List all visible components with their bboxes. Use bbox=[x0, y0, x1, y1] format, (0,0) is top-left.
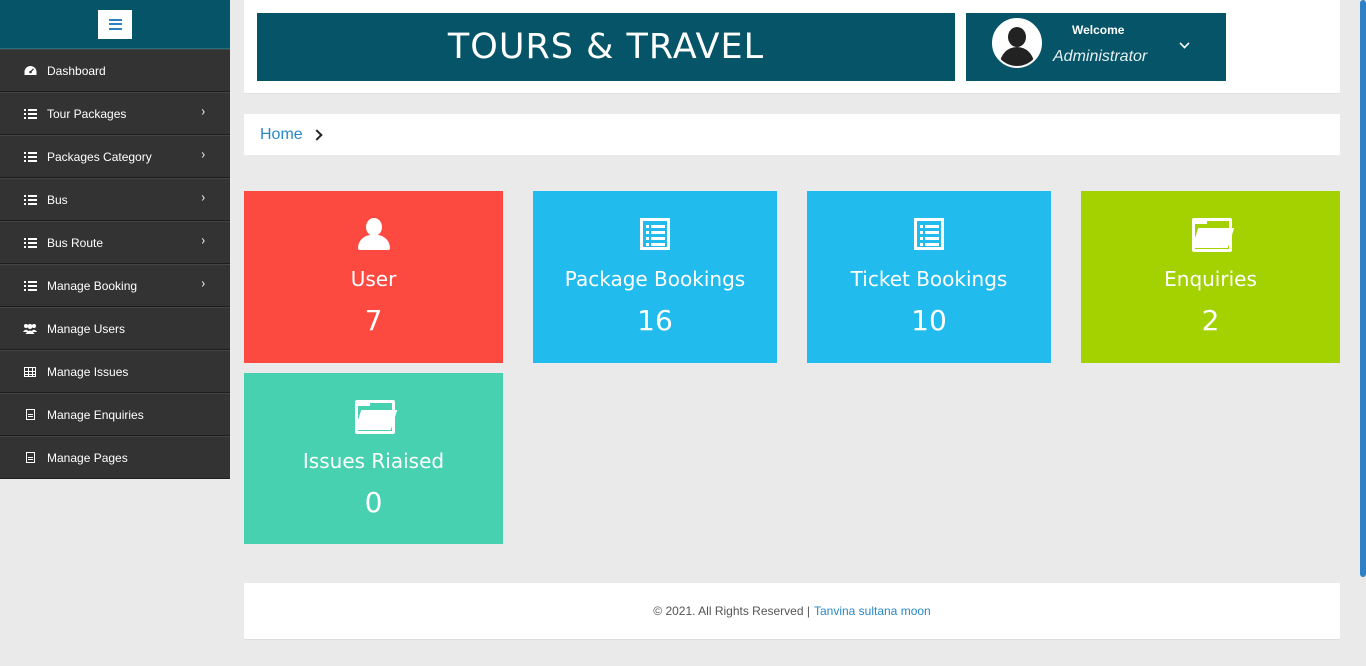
chevron-right-icon: › bbox=[201, 147, 205, 163]
sidebar-item-label: Manage Enquiries bbox=[47, 407, 144, 422]
sidebar-item-tour-packages[interactable]: Tour Packages › bbox=[0, 92, 230, 135]
list-alt-icon bbox=[640, 218, 670, 250]
tile-value: 7 bbox=[364, 304, 383, 337]
stat-tile-package-bookings[interactable]: Package Bookings 16 bbox=[533, 191, 777, 363]
list-icon bbox=[23, 194, 37, 206]
list-alt-icon bbox=[914, 218, 944, 250]
tile-label: Enquiries bbox=[1164, 267, 1257, 291]
sidebar-item-label: Manage Pages bbox=[47, 450, 128, 465]
tile-value: 16 bbox=[637, 304, 673, 337]
copyright-text: © 2021. All Rights Reserved | bbox=[653, 604, 810, 618]
stat-tile-enquiries[interactable]: Enquiries 2 bbox=[1081, 191, 1340, 363]
chevron-down-icon[interactable] bbox=[1179, 38, 1190, 49]
sidebar-item-dashboard[interactable]: Dashboard bbox=[0, 49, 230, 92]
welcome-text: Welcome bbox=[1072, 23, 1125, 37]
sidebar-item-label: Manage Users bbox=[47, 321, 126, 336]
folder-open-icon bbox=[1190, 218, 1232, 252]
menu-toggle-button[interactable] bbox=[98, 9, 132, 39]
sidebar-item-manage-users[interactable]: Manage Users bbox=[0, 307, 230, 350]
user-menu[interactable]: Welcome Administrator bbox=[966, 13, 1226, 81]
tile-label: Issues Riaised bbox=[302, 449, 445, 473]
tile-value: 2 bbox=[1201, 304, 1220, 337]
breadcrumb: Home bbox=[244, 114, 1340, 155]
sidebar-header bbox=[0, 0, 230, 49]
sidebar-item-label: Dashboard bbox=[47, 63, 106, 78]
sidebar-item-packages-category[interactable]: Packages Category › bbox=[0, 135, 230, 178]
tile-label: Ticket Bookings bbox=[850, 267, 1008, 291]
stat-tile-ticket-bookings[interactable]: Ticket Bookings 10 bbox=[807, 191, 1051, 363]
sidebar-item-bus-route[interactable]: Bus Route › bbox=[0, 221, 230, 264]
sidebar-item-label: Manage Issues bbox=[47, 364, 129, 379]
sidebar-item-label: Manage Booking bbox=[47, 278, 138, 293]
sidebar-item-bus[interactable]: Bus › bbox=[0, 178, 230, 221]
dashboard-icon bbox=[23, 65, 37, 77]
user-name: Administrator bbox=[1053, 48, 1148, 65]
sidebar-item-label: Packages Category bbox=[47, 149, 152, 164]
stat-tile-issues-raised[interactable]: Issues Riaised 0 bbox=[244, 373, 503, 544]
breadcrumb-home-link[interactable]: Home bbox=[260, 126, 303, 144]
footer: © 2021. All Rights Reserved | Tanvina su… bbox=[244, 583, 1340, 640]
stat-tile-user[interactable]: User 7 bbox=[244, 191, 503, 363]
sidebar-item-label: Bus Route bbox=[47, 235, 104, 250]
list-icon bbox=[23, 237, 37, 249]
scrollbar[interactable] bbox=[1360, 0, 1366, 577]
users-icon bbox=[23, 323, 37, 335]
sidebar-item-label: Tour Packages bbox=[47, 106, 127, 121]
list-icon bbox=[23, 280, 37, 292]
tile-value: 0 bbox=[364, 486, 383, 519]
user-icon bbox=[357, 218, 391, 250]
tile-label: User bbox=[350, 267, 397, 291]
hamburger-icon bbox=[108, 18, 122, 30]
avatar bbox=[992, 18, 1042, 68]
file-icon bbox=[23, 409, 37, 421]
sidebar: Dashboard Tour Packages › Packages Categ… bbox=[0, 0, 230, 479]
sidebar-item-manage-booking[interactable]: Manage Booking › bbox=[0, 264, 230, 307]
top-header: TOURS & TRAVEL Welcome Administrator bbox=[244, 0, 1340, 94]
sidebar-item-manage-issues[interactable]: Manage Issues bbox=[0, 350, 230, 393]
table-icon bbox=[23, 366, 37, 378]
file-icon bbox=[23, 452, 37, 464]
chevron-right-icon: › bbox=[201, 276, 205, 292]
tile-value: 10 bbox=[911, 304, 947, 337]
list-icon bbox=[23, 108, 37, 120]
sidebar-item-manage-enquiries[interactable]: Manage Enquiries bbox=[0, 393, 230, 436]
chevron-right-icon: › bbox=[201, 104, 205, 120]
site-title: TOURS & TRAVEL bbox=[257, 13, 955, 81]
folder-open-icon bbox=[353, 400, 395, 434]
author-link[interactable]: Tanvina sultana moon bbox=[814, 604, 931, 618]
sidebar-item-manage-pages[interactable]: Manage Pages bbox=[0, 436, 230, 479]
chevron-right-icon: › bbox=[201, 233, 205, 249]
list-icon bbox=[23, 151, 37, 163]
tile-label: Package Bookings bbox=[564, 267, 746, 291]
chevron-right-icon: › bbox=[201, 190, 205, 206]
chevron-right-icon bbox=[311, 129, 323, 141]
sidebar-item-label: Bus bbox=[47, 192, 68, 207]
